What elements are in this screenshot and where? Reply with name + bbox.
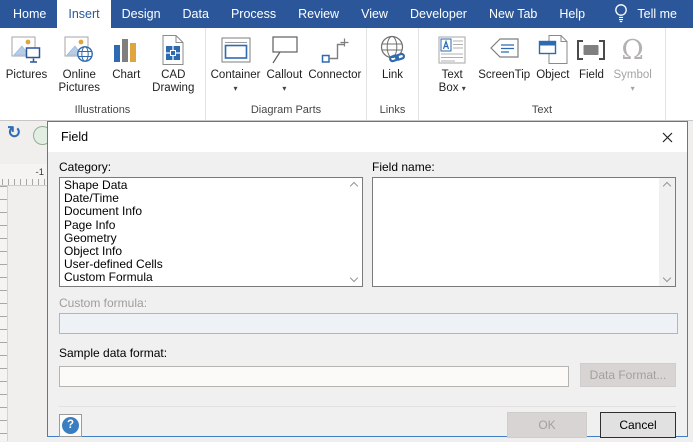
field-name-label: Field name: xyxy=(372,160,435,174)
screentip-button[interactable]: ScreenTip xyxy=(475,28,533,103)
ribbon: Pictures Online Pictures Chart CAD Drawi… xyxy=(0,28,693,121)
text-box-dropdown-caret[interactable]: ▾ xyxy=(462,84,466,93)
group-label-diagram-parts: Diagram Parts xyxy=(250,104,322,116)
tab-view[interactable]: View xyxy=(350,0,399,28)
ruler-mark-label: -1 xyxy=(35,167,44,178)
scroll-up-icon[interactable] xyxy=(349,181,359,191)
tab-data[interactable]: Data xyxy=(172,0,220,28)
tab-home[interactable]: Home xyxy=(2,0,57,28)
pictures-icon xyxy=(10,33,42,67)
ribbon-group-text: Text Box ▾ ScreenTip Object Field Ω Symb… xyxy=(419,28,666,120)
connector-button[interactable]: Connector xyxy=(305,28,364,103)
tab-new-tab[interactable]: New Tab xyxy=(478,0,548,28)
ribbon-tab-bar: Home Insert Design Data Process Review V… xyxy=(0,0,693,28)
connector-icon xyxy=(319,33,351,67)
category-item[interactable]: Document Info xyxy=(60,205,346,218)
ribbon-group-links: Link Links xyxy=(367,28,419,120)
symbol-button: Ω Symbol ▾ xyxy=(613,34,652,94)
help-icon: ? xyxy=(62,416,79,434)
ribbon-group-diagram-parts: Container ▾ Callout ▾ Connector Diagram … xyxy=(206,28,367,120)
pictures-button[interactable]: Pictures xyxy=(3,28,51,103)
sample-data-format-label: Sample data format: xyxy=(59,346,168,360)
field-icon xyxy=(575,33,607,67)
category-item[interactable]: Custom Formula xyxy=(60,271,346,284)
screentip-icon xyxy=(487,33,521,67)
scroll-up-icon[interactable] xyxy=(662,181,672,191)
tab-developer[interactable]: Developer xyxy=(399,0,478,28)
tabbar-spacer xyxy=(596,0,614,28)
custom-formula-label: Custom formula: xyxy=(59,296,148,310)
custom-formula-input xyxy=(59,313,678,334)
scroll-down-icon[interactable] xyxy=(349,273,359,283)
tab-design[interactable]: Design xyxy=(111,0,172,28)
link-button[interactable]: Link xyxy=(374,28,412,103)
group-label-text: Text xyxy=(531,104,553,116)
container-button[interactable]: Container ▾ xyxy=(208,28,264,103)
callout-icon xyxy=(268,33,300,67)
category-label: Category: xyxy=(59,160,112,174)
rotate-shape-icon[interactable]: ↻ xyxy=(7,123,21,143)
cancel-button[interactable]: Cancel xyxy=(600,412,676,438)
chart-button[interactable]: Chart xyxy=(108,28,144,103)
sample-data-format-input[interactable] xyxy=(59,366,569,387)
chart-icon xyxy=(111,33,141,67)
group-label-links: Links xyxy=(379,104,406,116)
ribbon-empty-space xyxy=(666,28,693,120)
lightbulb-icon xyxy=(614,3,628,26)
field-dialog: Field Category: Shape Data Date/Time Doc… xyxy=(47,121,688,438)
container-dropdown-caret[interactable]: ▾ xyxy=(234,84,238,93)
callout-dropdown-caret[interactable]: ▾ xyxy=(282,84,286,93)
data-format-button: Data Format... xyxy=(580,363,676,387)
footer-divider xyxy=(59,406,676,407)
vertical-ruler xyxy=(0,186,8,441)
link-icon xyxy=(377,33,409,67)
category-listbox[interactable]: Shape Data Date/Time Document Info Page … xyxy=(59,177,363,287)
cad-drawing-button[interactable]: CAD Drawing xyxy=(144,28,202,103)
field-button[interactable]: Field xyxy=(572,28,610,103)
drawing-canvas[interactable]: ↻ -1 Field Category: Shape Data Date/Tim… xyxy=(0,121,693,441)
online-pictures-button[interactable]: Online Pictures xyxy=(50,28,108,103)
symbol-omega-icon: Ω xyxy=(621,34,644,66)
field-name-listbox[interactable] xyxy=(372,177,676,287)
callout-button[interactable]: Callout ▾ xyxy=(264,28,306,103)
online-pictures-icon xyxy=(63,33,95,67)
tab-help[interactable]: Help xyxy=(548,0,596,28)
ok-button: OK xyxy=(507,412,587,438)
text-box-button[interactable]: Text Box ▾ xyxy=(429,28,475,103)
ruler-ticks xyxy=(2,179,47,185)
field-name-empty-list xyxy=(373,178,659,286)
field-name-scrollbar[interactable] xyxy=(659,178,675,286)
help-button[interactable]: ? xyxy=(59,413,82,437)
category-item[interactable]: Page Info xyxy=(60,218,346,232)
close-icon xyxy=(662,132,672,142)
tab-insert[interactable]: Insert xyxy=(57,0,111,28)
dialog-title: Field xyxy=(61,130,89,144)
tab-process[interactable]: Process xyxy=(220,0,287,28)
tell-me-control[interactable]: Tell me xyxy=(614,0,693,28)
ribbon-group-illustrations: Pictures Online Pictures Chart CAD Drawi… xyxy=(0,28,206,120)
cad-drawing-icon xyxy=(158,33,188,67)
container-icon xyxy=(219,33,253,67)
category-scrollbar[interactable] xyxy=(346,178,362,286)
tell-me-label: Tell me xyxy=(637,7,677,21)
object-icon xyxy=(537,33,569,67)
text-box-icon xyxy=(436,33,468,67)
horizontal-ruler: -1 xyxy=(0,164,47,186)
dialog-close-button[interactable] xyxy=(647,122,687,152)
symbol-dropdown-caret: ▾ xyxy=(630,84,635,93)
dialog-title-bar[interactable]: Field xyxy=(48,122,687,152)
object-button[interactable]: Object xyxy=(533,28,572,103)
tab-review[interactable]: Review xyxy=(287,0,350,28)
scroll-down-icon[interactable] xyxy=(662,273,672,283)
group-label-illustrations: Illustrations xyxy=(74,104,131,116)
